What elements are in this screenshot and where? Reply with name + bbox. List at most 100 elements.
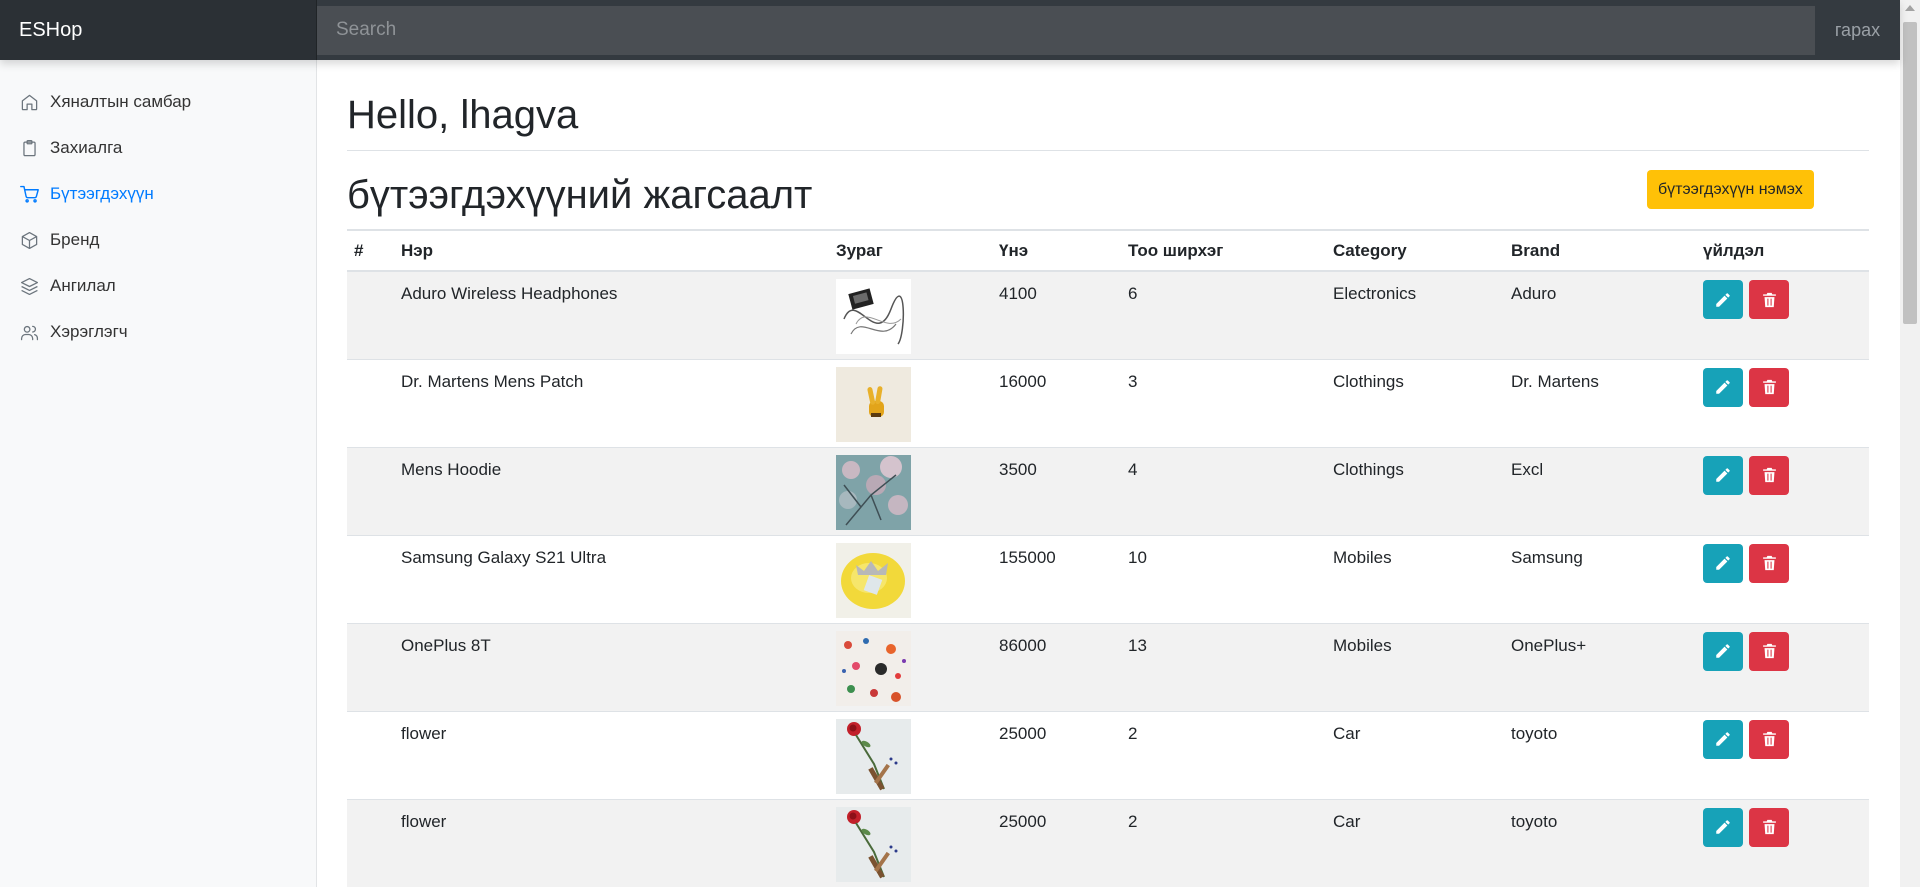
- sidebar-item-label: Захиалга: [50, 138, 123, 157]
- edit-button[interactable]: [1703, 807, 1743, 847]
- row-number: [347, 798, 394, 887]
- edit-button[interactable]: [1703, 367, 1743, 407]
- product-name: OnePlus 8T: [394, 622, 829, 711]
- delete-button[interactable]: [1749, 807, 1789, 847]
- sidebar-item-label: Хяналтын самбар: [50, 92, 192, 111]
- row-number: [347, 270, 394, 359]
- pencil-icon: [1716, 732, 1730, 746]
- add-product-button[interactable]: бүтээгдэхүүн нэмэх: [1647, 170, 1814, 209]
- column-header: Нэр: [394, 229, 829, 272]
- edit-button[interactable]: [1703, 719, 1743, 759]
- product-category: Mobiles: [1326, 534, 1504, 623]
- row-number: [347, 622, 394, 711]
- sidebar-item-dashboard[interactable]: Хяналтын самбар: [0, 79, 316, 125]
- table-row: Samsung Galaxy S21 Ultra 155000 10 Mobil…: [347, 534, 1869, 623]
- column-header: Үнэ: [992, 229, 1121, 272]
- greeting-title: Hello, lhagva: [347, 93, 579, 137]
- product-category: Car: [1326, 798, 1504, 887]
- search-input[interactable]: [317, 5, 1815, 55]
- product-qty: 6: [1121, 270, 1326, 359]
- product-brand: OnePlus+: [1504, 622, 1696, 711]
- page-title: бүтээгдэхүүний жагсаалт: [347, 173, 813, 217]
- product-image-headphones: [836, 279, 911, 354]
- edit-button[interactable]: [1703, 631, 1743, 671]
- signout-link[interactable]: гарах: [1815, 20, 1900, 41]
- row-actions: [1703, 807, 1869, 847]
- sidebar: Хяналтын самбар Захиалга Бүтээгдэхүүн Бр…: [0, 60, 317, 887]
- sidebar-item-brands[interactable]: Бренд: [0, 217, 316, 263]
- trash-icon: [1762, 819, 1776, 835]
- delete-button[interactable]: [1749, 367, 1789, 407]
- product-category: Clothings: [1326, 358, 1504, 447]
- product-name: flower: [394, 710, 829, 799]
- trash-icon: [1762, 292, 1776, 307]
- row-number: [347, 534, 394, 623]
- pencil-icon: [1716, 644, 1730, 658]
- product-price: 25000: [992, 710, 1121, 799]
- sidebar-item-label: Ангилал: [50, 276, 116, 295]
- trash-icon: [1762, 555, 1776, 571]
- column-header: Зураг: [829, 229, 992, 272]
- edit-button[interactable]: [1703, 455, 1743, 495]
- layers-icon: [20, 277, 39, 295]
- sidebar-item-users[interactable]: Хэрэглэгч: [0, 309, 316, 355]
- brand-logo[interactable]: ESHop: [0, 0, 317, 60]
- product-qty: 13: [1121, 622, 1326, 711]
- sidebar-item-label: Бүтээгдэхүүн: [50, 184, 154, 203]
- column-header: үйлдэл: [1696, 229, 1869, 272]
- product-name: Aduro Wireless Headphones: [394, 270, 829, 359]
- row-number: [347, 358, 394, 447]
- edit-button[interactable]: [1703, 280, 1743, 319]
- scrollbar-thumb[interactable]: [1903, 22, 1917, 324]
- sidebar-item-label: Хэрэглэгч: [50, 322, 128, 341]
- table-row: Aduro Wireless Headphones 4100 6 Electro…: [347, 270, 1869, 359]
- product-price: 16000: [992, 358, 1121, 447]
- row-actions: [1703, 455, 1869, 495]
- delete-button[interactable]: [1749, 455, 1789, 495]
- product-brand: Excl: [1504, 446, 1696, 535]
- pencil-icon: [1716, 556, 1730, 570]
- pencil-icon: [1716, 468, 1730, 482]
- table-row: flower 25000 2 Car toyoto: [347, 710, 1869, 799]
- page-scrollbar[interactable]: [1900, 0, 1920, 887]
- pencil-icon: [1716, 820, 1730, 834]
- edit-button[interactable]: [1703, 543, 1743, 583]
- column-header: Тоо ширхэг: [1121, 229, 1326, 272]
- row-number: [347, 710, 394, 799]
- product-category: Mobiles: [1326, 622, 1504, 711]
- row-actions: [1703, 280, 1869, 319]
- product-price: 25000: [992, 798, 1121, 887]
- product-qty: 10: [1121, 534, 1326, 623]
- product-category: Car: [1326, 710, 1504, 799]
- sidebar-item-orders[interactable]: Захиалга: [0, 125, 316, 171]
- delete-button[interactable]: [1749, 543, 1789, 583]
- clipboard-icon: [23, 139, 36, 156]
- delete-button[interactable]: [1749, 631, 1789, 671]
- product-price: 86000: [992, 622, 1121, 711]
- row-actions: [1703, 543, 1869, 583]
- scroll-up-arrow-icon[interactable]: [1905, 5, 1915, 11]
- product-price: 4100: [992, 270, 1121, 359]
- row-actions: [1703, 719, 1869, 759]
- sidebar-item-products[interactable]: Бүтээгдэхүүн: [0, 171, 316, 217]
- product-brand: toyoto: [1504, 798, 1696, 887]
- delete-button[interactable]: [1749, 719, 1789, 759]
- sidebar-item-categories[interactable]: Ангилал: [0, 263, 316, 309]
- home-icon: [21, 94, 38, 110]
- product-brand: Aduro: [1504, 270, 1696, 359]
- row-actions: [1703, 367, 1869, 407]
- column-header: #: [347, 229, 394, 272]
- product-brand: Samsung: [1504, 534, 1696, 623]
- table-row: Dr. Martens Mens Patch 16000 3 Clothings…: [347, 358, 1869, 447]
- column-header: Category: [1326, 229, 1504, 272]
- product-brand: toyoto: [1504, 710, 1696, 799]
- delete-button[interactable]: [1749, 280, 1789, 319]
- table-row: Mens Hoodie 3500 4 Clothings Excl: [347, 446, 1869, 535]
- product-price: 155000: [992, 534, 1121, 623]
- product-image-yellow-paint: [836, 542, 911, 618]
- product-qty: 4: [1121, 446, 1326, 535]
- products-table: # Нэр Зураг Үнэ Тоо ширхэг Category Bran…: [347, 229, 1869, 887]
- users-icon: [20, 325, 39, 340]
- product-name: flower: [394, 798, 829, 887]
- product-qty: 3: [1121, 358, 1326, 447]
